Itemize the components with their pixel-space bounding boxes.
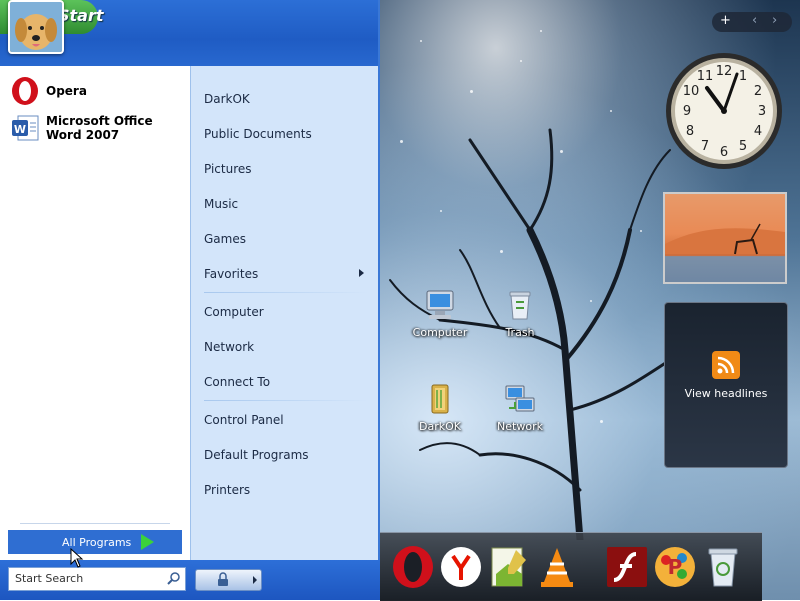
place-favorites[interactable]: Favorites: [204, 267, 258, 281]
place-public-documents[interactable]: Public Documents: [204, 127, 312, 141]
mouse-cursor-icon: [70, 548, 84, 568]
desktop-icon-trash[interactable]: Trash: [480, 288, 560, 339]
dog-picture-icon: [10, 2, 62, 52]
computer-icon: [426, 290, 454, 319]
flash-icon[interactable]: [604, 544, 650, 590]
lock-icon: [218, 572, 228, 586]
network-icon: [505, 385, 535, 412]
desktop-icon-label: Network: [497, 420, 543, 433]
clock-number: 1: [739, 69, 747, 84]
place-darkok[interactable]: DarkOK: [204, 92, 250, 106]
place-pictures[interactable]: Pictures: [204, 162, 252, 176]
pinned-item-opera[interactable]: Opera: [10, 76, 87, 106]
rss-feed-gadget[interactable]: View headlines: [664, 302, 788, 468]
all-programs-button[interactable]: All Programs: [8, 530, 182, 554]
all-programs-label: All Programs: [62, 535, 132, 549]
start-button-label: Start: [58, 6, 104, 25]
place-music[interactable]: Music: [204, 197, 238, 211]
desktop-icon-network[interactable]: Network: [480, 382, 560, 433]
place-control-panel[interactable]: Control Panel: [204, 413, 284, 427]
search-icon[interactable]: [167, 571, 181, 585]
view-headlines-link[interactable]: View headlines: [665, 387, 787, 400]
desktop-icon-darkok[interactable]: DarkOK: [400, 382, 480, 433]
start-menu: Start Opera W Microsoft Office Word 2007: [0, 0, 380, 600]
start-menu-edge: [378, 0, 380, 600]
recycle-bin-icon[interactable]: [700, 544, 746, 590]
clock-gadget[interactable]: 12 1 2 3 4 5 6 7 8 9 10 11: [663, 50, 785, 172]
favorites-submenu-arrow-icon: [359, 269, 364, 277]
clock-number: 12: [716, 64, 733, 79]
opera-icon: [12, 77, 38, 105]
clock-number: 7: [701, 139, 709, 154]
right-arrow-icon: [253, 576, 257, 584]
clock-number: 8: [686, 124, 694, 139]
start-search-input[interactable]: Start Search: [8, 567, 186, 591]
svg-text:W: W: [14, 123, 26, 136]
place-computer[interactable]: Computer: [204, 305, 264, 319]
previous-gadget-icon[interactable]: ‹: [752, 13, 757, 28]
all-programs-separator: [20, 523, 170, 524]
places-separator: [204, 292, 368, 293]
clock-number: 5: [739, 139, 747, 154]
user-avatar[interactable]: [8, 0, 64, 54]
clock-number: 4: [754, 124, 762, 139]
word-icon: W: [12, 115, 39, 141]
gadget-toolbar: + ‹ ›: [712, 12, 792, 32]
clock-number: 6: [720, 145, 728, 160]
place-connect-to[interactable]: Connect To: [204, 375, 270, 389]
place-network[interactable]: Network: [204, 340, 254, 354]
pinned-item-label: Microsoft Office Word 2007: [46, 114, 153, 142]
desktop-icon-label: Computer: [412, 326, 468, 339]
clock-number: 10: [683, 84, 700, 99]
start-search-placeholder: Start Search: [15, 572, 84, 585]
places-separator: [204, 400, 368, 401]
slideshow-gadget[interactable]: [663, 192, 787, 284]
trash-icon: [509, 291, 531, 320]
clock-number: 11: [697, 69, 714, 84]
place-printers[interactable]: Printers: [204, 483, 250, 497]
notepad-icon[interactable]: [486, 544, 532, 590]
yandex-icon[interactable]: [438, 544, 484, 590]
clock-number: 3: [758, 104, 766, 119]
add-gadget-button[interactable]: +: [720, 13, 731, 28]
play-arrow-icon: [141, 534, 155, 550]
place-games[interactable]: Games: [204, 232, 246, 246]
folder-icon: [431, 384, 449, 414]
desktop-icon-label: Trash: [505, 326, 535, 339]
desktop-icon-label: DarkOK: [419, 420, 461, 433]
next-gadget-icon[interactable]: ›: [772, 13, 777, 28]
oryx-photo: [665, 223, 785, 255]
vlc-icon[interactable]: [534, 544, 580, 590]
paint-icon[interactable]: P: [652, 544, 698, 590]
place-default-programs[interactable]: Default Programs: [204, 448, 309, 462]
pinned-item-word[interactable]: W Microsoft Office Word 2007: [10, 113, 180, 143]
desktop-icon-computer[interactable]: Computer: [400, 288, 480, 339]
rss-icon: [712, 351, 740, 379]
lock-button[interactable]: [195, 569, 251, 591]
svg-text:P: P: [668, 555, 683, 579]
pinned-item-label: Opera: [46, 84, 87, 98]
clock-number: 2: [754, 84, 762, 99]
clock-number: 9: [683, 104, 691, 119]
opera-icon[interactable]: [390, 544, 436, 590]
shutdown-options-button[interactable]: [249, 569, 262, 591]
